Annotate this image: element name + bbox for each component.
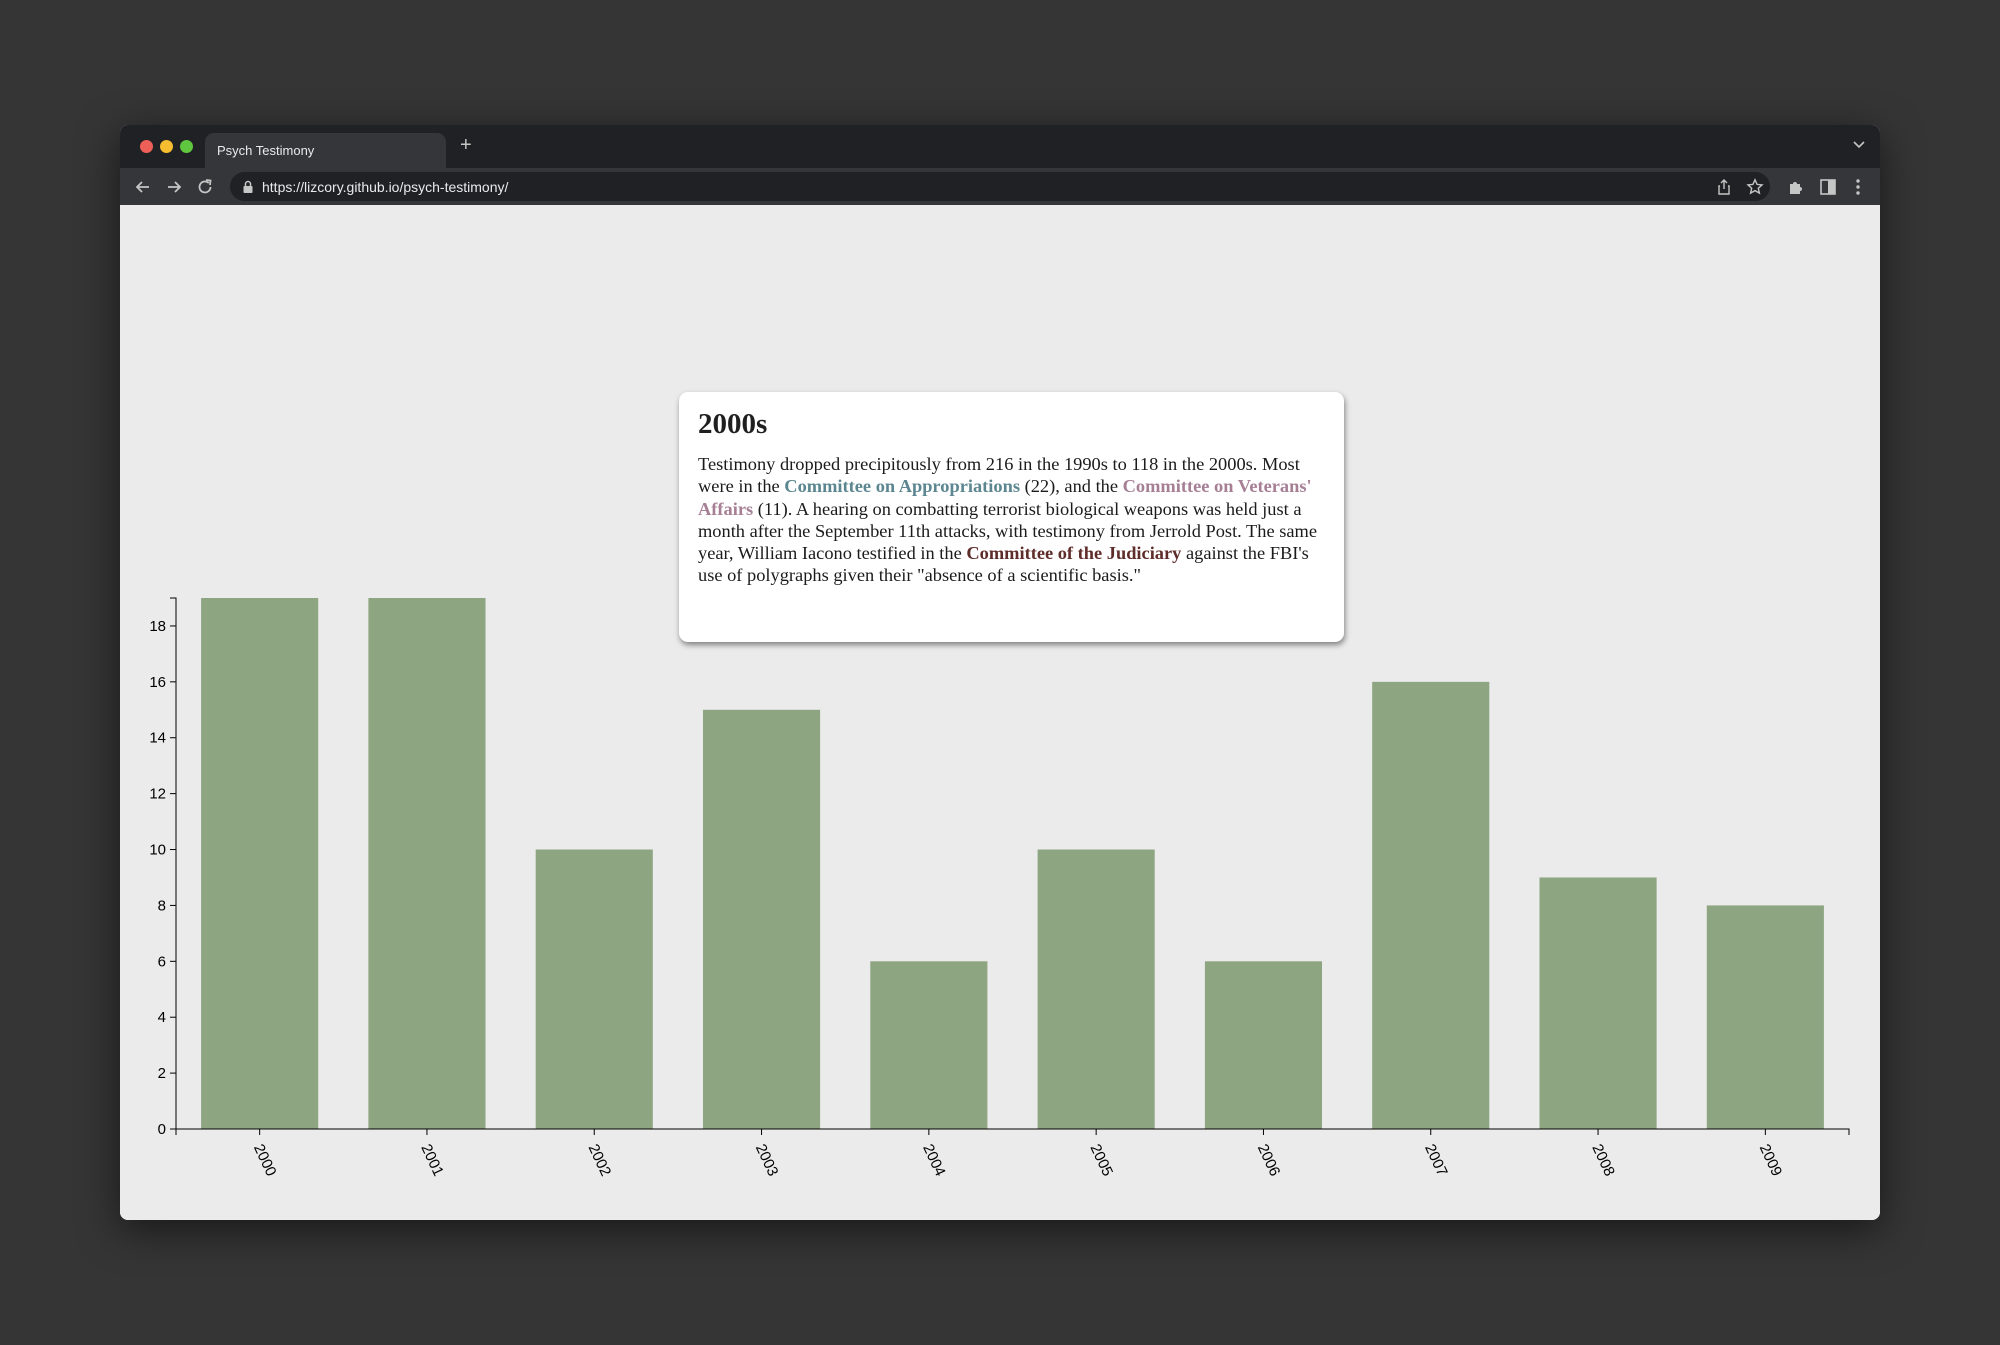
- page-content: 0 2 4 6 8 10 12 14 16 18 2000 2001 2002 2003 2004 2005…: [120, 205, 1880, 1220]
- back-arrow-icon[interactable]: [133, 177, 153, 197]
- y-tick-label: 16: [149, 674, 166, 691]
- decade-info-card: 2000s Testimony dropped precipitously fr…: [679, 392, 1344, 642]
- y-tick-label: 2: [158, 1065, 166, 1082]
- y-tick-label: 12: [149, 786, 166, 803]
- decade-description: Testimony dropped precipitously from 216…: [698, 453, 1325, 587]
- y-tick-label: 8: [158, 897, 166, 914]
- lock-icon: [243, 180, 253, 193]
- share-icon[interactable]: [1715, 178, 1733, 196]
- y-tick-label: 14: [149, 730, 166, 747]
- browser-toolbar: https://lizcory.github.io/psych-testimon…: [120, 168, 1880, 205]
- x-tick-label: 2004: [919, 1142, 949, 1179]
- x-tick-label: 2006: [1254, 1142, 1284, 1179]
- browser-tab[interactable]: Psych Testimony: [205, 133, 446, 168]
- browser-window: Psych Testimony + https://lizcory.github…: [120, 125, 1880, 1220]
- x-tick-label: 2000: [250, 1142, 280, 1179]
- x-tick-label: 2003: [752, 1142, 782, 1179]
- x-tick-label: 2009: [1756, 1142, 1786, 1179]
- title-bar: Psych Testimony +: [120, 125, 1880, 168]
- x-tick-label: 2007: [1421, 1142, 1451, 1179]
- x-tick-label: 2005: [1087, 1142, 1117, 1179]
- committee-appropriations-label: Committee on Appropriations: [784, 476, 1020, 497]
- bar-2005[interactable]: [1037, 849, 1155, 1129]
- url-text: https://lizcory.github.io/psych-testimon…: [262, 179, 509, 195]
- x-tick-label: 2008: [1588, 1142, 1618, 1179]
- committee-judiciary-label: Committee of the Judiciary: [966, 543, 1182, 564]
- bar-2002[interactable]: [535, 849, 653, 1129]
- bar-chart: 0 2 4 6 8 10 12 14 16 18 2000 2001 2002 2003 2004 2005…: [149, 597, 1850, 1179]
- new-tab-button[interactable]: +: [460, 135, 472, 155]
- maximize-window-button[interactable]: [180, 140, 193, 153]
- bar-2003[interactable]: [702, 709, 821, 1129]
- reload-icon[interactable]: [195, 177, 215, 197]
- y-tick-label: 6: [158, 953, 166, 970]
- x-tick-label: 2002: [585, 1142, 615, 1179]
- chevron-down-icon[interactable]: [1852, 137, 1866, 151]
- decade-heading: 2000s: [698, 408, 768, 440]
- more-menu-icon[interactable]: [1848, 177, 1868, 197]
- bookmark-star-icon[interactable]: [1746, 178, 1764, 196]
- minimize-window-button[interactable]: [160, 140, 173, 153]
- forward-arrow-icon[interactable]: [164, 177, 184, 197]
- x-tick-label: 2001: [417, 1142, 447, 1179]
- y-axis-line: [170, 597, 177, 1130]
- bar-2007[interactable]: [1372, 681, 1490, 1129]
- side-panel-icon[interactable]: [1818, 177, 1838, 197]
- tab-title: Psych Testimony: [217, 143, 315, 158]
- y-tick-label: 10: [149, 842, 166, 859]
- description-text: (22), and the: [1019, 476, 1123, 497]
- close-window-button[interactable]: [140, 140, 153, 153]
- extensions-icon[interactable]: [1786, 177, 1806, 197]
- y-tick-label: 0: [158, 1121, 166, 1138]
- address-bar[interactable]: https://lizcory.github.io/psych-testimon…: [230, 172, 1770, 201]
- bar-2009[interactable]: [1706, 905, 1824, 1129]
- y-tick-label: 18: [149, 618, 166, 635]
- bar-2008[interactable]: [1539, 877, 1657, 1129]
- y-tick-label: 4: [158, 1009, 166, 1026]
- bar-2004[interactable]: [870, 961, 988, 1129]
- bar-2006[interactable]: [1204, 961, 1323, 1129]
- bar-2001[interactable]: [368, 598, 486, 1129]
- bar-2000[interactable]: [201, 598, 319, 1129]
